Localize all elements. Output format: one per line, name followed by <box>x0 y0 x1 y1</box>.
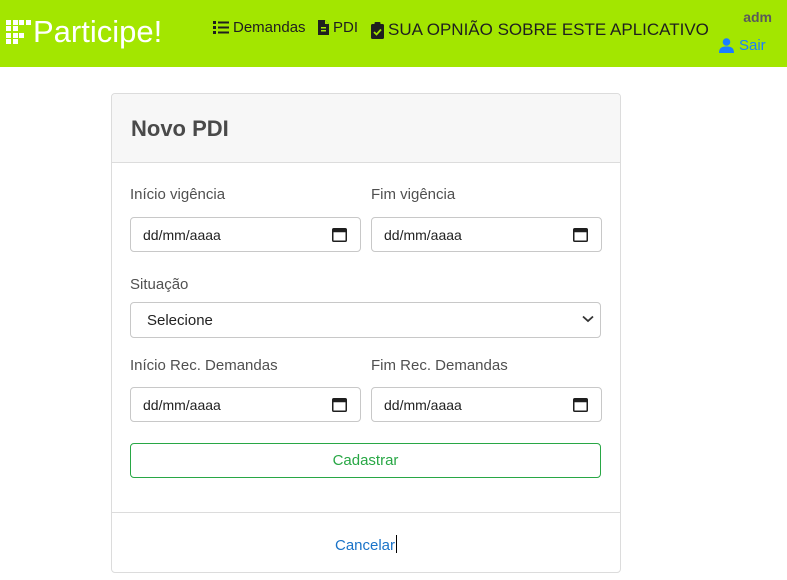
fim-rec-input[interactable]: dd/mm/aaaa <box>371 387 602 422</box>
inicio-rec-input[interactable]: dd/mm/aaaa <box>130 387 361 422</box>
page-title: Novo PDI <box>131 116 229 141</box>
brand-logo[interactable]: Participe! <box>6 12 162 52</box>
user-name: adm <box>743 9 772 25</box>
inicio-vigencia-label: Início vigência <box>130 186 226 203</box>
calendar-icon[interactable] <box>332 227 347 242</box>
card-footer-divider <box>112 512 620 513</box>
nav-pdi-label: PDI <box>333 19 359 36</box>
logout-label: Sair <box>739 37 766 54</box>
cadastrar-button[interactable]: Cadastrar <box>130 443 601 478</box>
new-pdi-card: Novo PDI Início vigência Fim vigência dd… <box>111 93 621 573</box>
situacao-select[interactable]: Selecione <box>130 302 601 338</box>
nav-opiniao[interactable]: SUA OPNIÃO SOBRE ESTE APLICATIVO <box>371 20 709 40</box>
clipboard-check-icon <box>371 21 384 39</box>
nav-demandas-label: Demandas <box>233 19 306 36</box>
inicio-rec-label: Início Rec. Demandas <box>130 357 278 374</box>
situacao-selected: Selecione <box>147 312 213 329</box>
calendar-icon[interactable] <box>573 227 588 242</box>
fim-vigencia-input[interactable]: dd/mm/aaaa <box>371 217 602 252</box>
fim-rec-label: Fim Rec. Demandas <box>371 357 508 374</box>
date-placeholder: dd/mm/aaaa <box>143 397 221 413</box>
chevron-down-icon <box>582 315 594 323</box>
situacao-label: Situação <box>130 276 189 293</box>
calendar-icon[interactable] <box>573 397 588 412</box>
card-header: Novo PDI <box>112 94 620 163</box>
text-cursor <box>396 535 398 553</box>
grid-logo-icon <box>6 19 31 45</box>
date-placeholder: dd/mm/aaaa <box>143 227 221 243</box>
calendar-icon[interactable] <box>332 397 347 412</box>
nav-demandas[interactable]: Demandas <box>213 19 306 36</box>
cancel-row: Cancelar <box>112 535 620 554</box>
fim-vigencia-label: Fim vigência <box>371 186 456 203</box>
user-icon <box>719 38 734 53</box>
date-placeholder: dd/mm/aaaa <box>384 227 462 243</box>
list-icon <box>213 21 229 34</box>
file-icon <box>318 20 329 35</box>
top-navbar: Participe! Demandas PDI SUA OPNIÃO SOBRE… <box>0 0 787 67</box>
nav-pdi[interactable]: PDI <box>318 19 358 36</box>
logout-link[interactable]: Sair <box>719 37 766 54</box>
cancel-link[interactable]: Cancelar <box>335 537 395 554</box>
date-placeholder: dd/mm/aaaa <box>384 397 462 413</box>
inicio-vigencia-input[interactable]: dd/mm/aaaa <box>130 217 361 252</box>
nav-opiniao-label: SUA OPNIÃO SOBRE ESTE APLICATIVO <box>388 20 709 39</box>
brand-name: Participe! <box>33 14 163 49</box>
